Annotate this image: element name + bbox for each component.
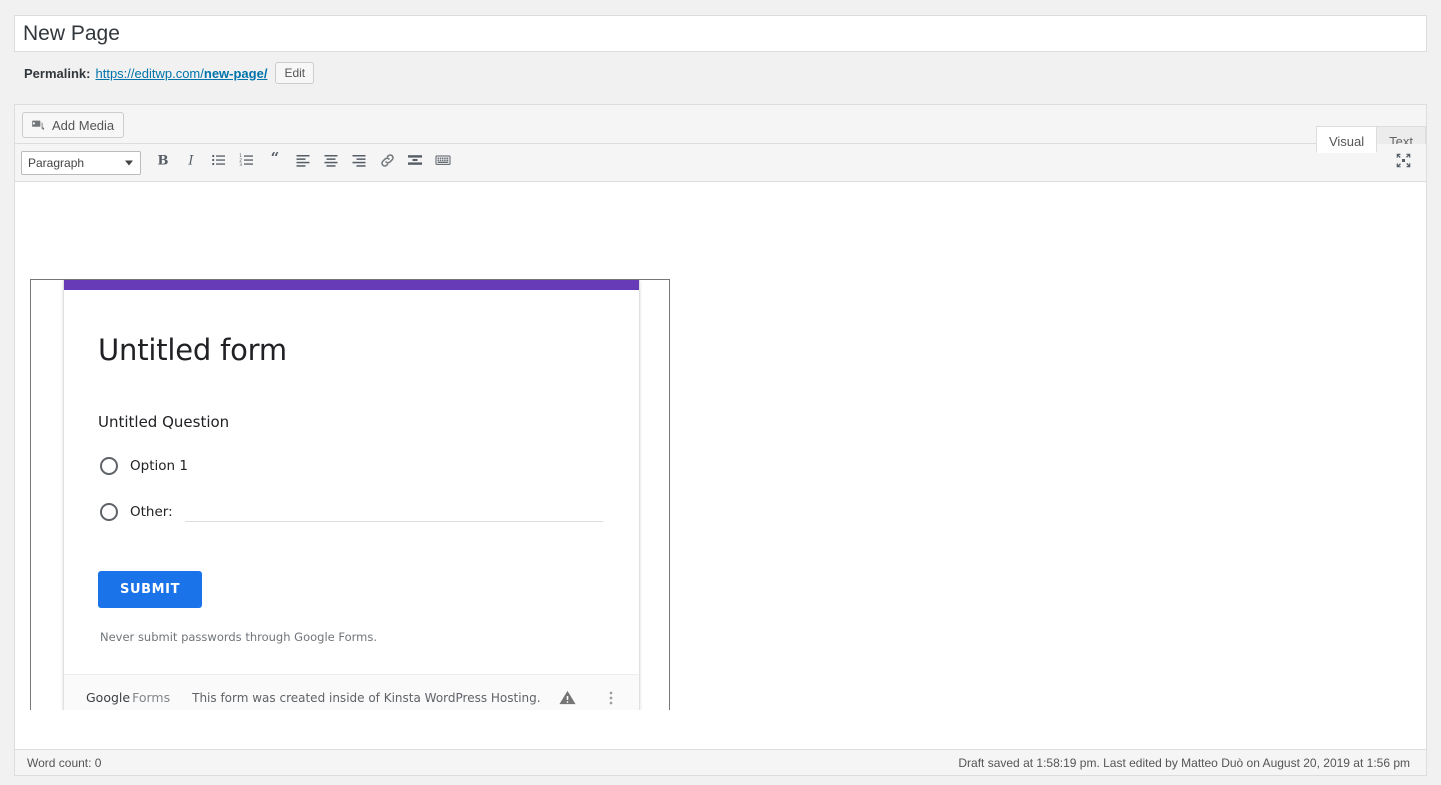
numbered-list-button[interactable]: 1 2 3 xyxy=(234,150,260,176)
toolbar-toggle-icon xyxy=(435,152,451,173)
blockquote-button[interactable]: “ xyxy=(262,150,288,176)
word-count: Word count: 0 xyxy=(27,756,101,770)
paragraph-format-select[interactable]: Paragraph xyxy=(21,151,141,175)
google-form-title: Untitled form xyxy=(98,332,605,368)
google-form-accent-bar xyxy=(64,280,639,290)
add-media-label: Add Media xyxy=(52,118,114,133)
align-right-button[interactable] xyxy=(346,150,372,176)
password-warning-text: Never submit passwords through Google Fo… xyxy=(100,630,605,644)
editor-content-area[interactable]: Untitled form Untitled Question Option 1… xyxy=(15,182,1426,710)
svg-text:“: “ xyxy=(271,152,280,167)
distraction-free-writing-icon xyxy=(1395,152,1412,174)
svg-text:B: B xyxy=(158,154,169,169)
align-left-icon xyxy=(295,152,311,173)
add-media-button[interactable]: Add Media xyxy=(22,112,124,138)
align-right-icon xyxy=(351,152,367,173)
read-more-button[interactable] xyxy=(402,150,428,176)
bold-icon: B xyxy=(155,152,171,173)
insert-link-button[interactable] xyxy=(374,150,400,176)
embedded-iframe-placeholder[interactable]: Untitled form Untitled Question Option 1… xyxy=(30,279,670,710)
radio-button-icon[interactable] xyxy=(100,503,118,521)
post-title-field-wrapper xyxy=(14,15,1427,52)
read-more-icon xyxy=(407,152,423,173)
option-other-label: Other: xyxy=(130,504,173,520)
google-forms-logo: GoogleForms xyxy=(86,690,170,705)
italic-button[interactable]: I xyxy=(178,150,204,176)
radio-button-icon[interactable] xyxy=(100,457,118,475)
svg-text:I: I xyxy=(187,154,194,169)
editor-mode-tabs: Visual Text xyxy=(1316,109,1426,144)
permalink-label: Permalink: xyxy=(24,66,90,81)
option-1-label: Option 1 xyxy=(130,458,188,474)
paragraph-format-value: Paragraph xyxy=(28,156,84,170)
blockquote-icon: “ xyxy=(267,152,283,173)
google-form-footer: GoogleForms This form was created inside… xyxy=(64,674,639,710)
editor-media-bar: Add Media Visual Text xyxy=(15,105,1426,144)
submit-button[interactable]: SUBMIT xyxy=(98,571,202,608)
toolbar-toggle-button[interactable] xyxy=(430,150,456,176)
formatting-toolbar: Paragraph B I xyxy=(15,144,1426,182)
google-forms-logo-forms: Forms xyxy=(132,690,170,705)
distraction-free-writing-button[interactable] xyxy=(1390,150,1416,176)
link-icon xyxy=(379,152,396,174)
bold-button[interactable]: B xyxy=(150,150,176,176)
google-form-option-1[interactable]: Option 1 xyxy=(98,455,605,477)
google-form-option-other[interactable]: Other: xyxy=(98,501,605,523)
tab-visual[interactable]: Visual xyxy=(1316,126,1377,153)
align-center-button[interactable] xyxy=(318,150,344,176)
bulleted-list-button[interactable] xyxy=(206,150,232,176)
permalink: Permalink: https://editwp.com/new-page/ … xyxy=(24,62,314,84)
permalink-url-prefix: https://editwp.com/ xyxy=(95,66,203,81)
align-center-icon xyxy=(323,152,339,173)
google-forms-logo-google: Google xyxy=(86,690,130,705)
bulleted-list-icon xyxy=(211,152,227,173)
numbered-list-icon: 1 2 3 xyxy=(239,152,255,173)
save-status: Draft saved at 1:58:19 pm. Last edited b… xyxy=(958,756,1414,770)
more-options-icon[interactable] xyxy=(603,690,619,706)
align-left-button[interactable] xyxy=(290,150,316,176)
google-form-question: Untitled Question xyxy=(98,413,605,431)
permalink-url[interactable]: https://editwp.com/new-page/ xyxy=(95,66,267,81)
edit-permalink-button[interactable]: Edit xyxy=(275,62,314,84)
google-form-card: Untitled form Untitled Question Option 1… xyxy=(63,280,640,710)
chevron-down-icon xyxy=(125,160,133,165)
post-title-input[interactable] xyxy=(15,16,1426,51)
other-text-input[interactable] xyxy=(185,503,603,522)
italic-icon: I xyxy=(183,152,199,173)
add-media-icon xyxy=(31,118,46,133)
editor-status-bar: Word count: 0 Draft saved at 1:58:19 pm.… xyxy=(14,750,1427,776)
classic-editor: Add Media Visual Text Paragraph B I xyxy=(14,104,1427,750)
report-abuse-warning-icon[interactable] xyxy=(558,688,577,707)
permalink-slug: new-page/ xyxy=(204,66,268,81)
google-form-body: Untitled form Untitled Question Option 1… xyxy=(64,290,639,674)
svg-text:3: 3 xyxy=(239,162,242,168)
google-form-footer-note: This form was created inside of Kinsta W… xyxy=(192,691,540,705)
